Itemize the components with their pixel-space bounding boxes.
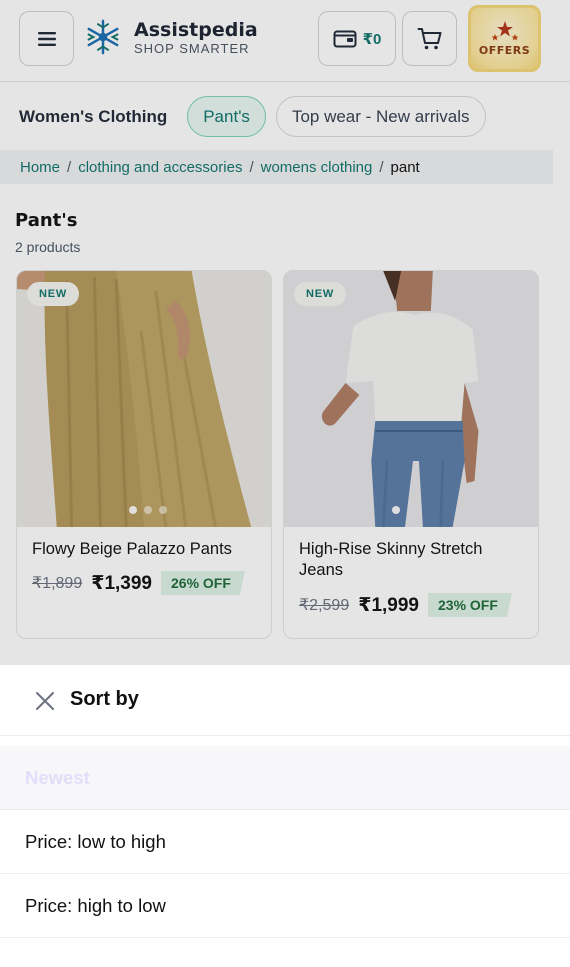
sheet-header: Sort by xyxy=(0,665,570,736)
close-button[interactable] xyxy=(33,689,57,713)
sort-option-price-low-high[interactable]: Price: low to high xyxy=(0,810,570,874)
modal-backdrop[interactable] xyxy=(0,0,570,665)
sheet-title: Sort by xyxy=(70,688,139,710)
sort-bottom-sheet: Sort by Newest Price: low to high Price:… xyxy=(0,665,570,967)
sort-option-newest[interactable]: Newest xyxy=(0,746,570,810)
close-icon xyxy=(36,692,54,710)
sort-option-price-high-low[interactable]: Price: high to low xyxy=(0,874,570,938)
